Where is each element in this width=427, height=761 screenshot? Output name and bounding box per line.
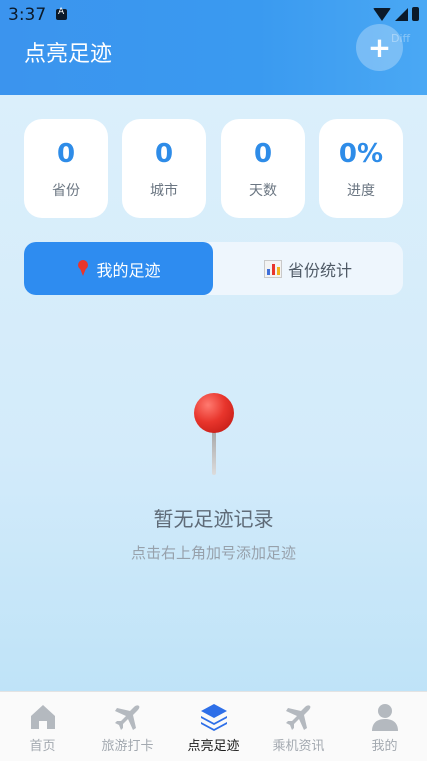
bar-chart-icon <box>263 259 282 278</box>
layers-icon <box>201 704 227 731</box>
airplane-icon <box>286 705 311 730</box>
nav-label: 我的 <box>371 739 398 754</box>
wifi-icon <box>373 7 391 21</box>
tab-my-footprints[interactable]: 我的足迹 <box>24 242 213 295</box>
stats-row: 0 省份 0 城市 0 天数 0% 进度 <box>24 119 404 218</box>
notification-icon <box>56 7 67 20</box>
view-tabs: 我的足迹 省份统计 <box>24 242 403 295</box>
stat-card-cities: 0 城市 <box>122 119 206 218</box>
nav-item-profile[interactable]: 我的 <box>342 692 427 761</box>
app-header: 3:37 点亮足迹 Diff + <box>0 0 427 95</box>
stat-value: 0 <box>253 139 273 169</box>
tab-label: 省份统计 <box>287 260 352 280</box>
status-time: 3:37 <box>8 5 47 25</box>
signal-icon <box>395 7 408 21</box>
nav-label: 乘机资讯 <box>272 739 325 754</box>
stat-value: 0 <box>154 139 174 169</box>
stat-label: 城市 <box>150 183 178 199</box>
add-footprint-button[interactable]: + <box>356 24 403 71</box>
nav-label: 旅游打卡 <box>101 739 154 754</box>
stat-value: 0% <box>338 139 384 169</box>
stat-label: 进度 <box>347 183 375 199</box>
main-content: 0 省份 0 城市 0 天数 0% 进度 我的足迹 省份统计 暂无足迹记录 点击… <box>0 95 427 691</box>
stat-value: 0 <box>56 139 76 169</box>
user-icon <box>372 704 398 731</box>
tab-province-stats[interactable]: 省份统计 <box>213 242 403 295</box>
empty-state-subtitle: 点击右上角加号添加足迹 <box>130 544 296 562</box>
pin-icon <box>76 259 90 278</box>
stat-card-provinces: 0 省份 <box>24 119 108 218</box>
nav-item-light-footprints[interactable]: 点亮足迹 <box>171 692 256 761</box>
nav-label: 点亮足迹 <box>187 739 240 754</box>
status-icons <box>373 5 419 23</box>
airplane-icon <box>115 705 140 730</box>
nav-item-flight-info[interactable]: 乘机资讯 <box>256 692 341 761</box>
stat-card-days: 0 天数 <box>221 119 305 218</box>
nav-item-travel-checkin[interactable]: 旅游打卡 <box>85 692 170 761</box>
home-icon <box>31 705 55 729</box>
stat-label: 天数 <box>249 183 277 199</box>
battery-icon <box>412 7 419 21</box>
status-bar: 3:37 <box>0 0 427 30</box>
bottom-nav: 首页 旅游打卡 点亮足迹 乘机资讯 我的 <box>0 691 427 761</box>
nav-label: 首页 <box>29 739 56 754</box>
stat-card-progress: 0% 进度 <box>319 119 403 218</box>
nav-item-home[interactable]: 首页 <box>0 692 85 761</box>
empty-state-title: 暂无足迹记录 <box>153 507 274 531</box>
pushpin-icon <box>193 393 235 475</box>
tab-label: 我的足迹 <box>96 260 161 280</box>
page-title: 点亮足迹 <box>24 42 113 67</box>
stat-label: 省份 <box>52 183 80 199</box>
